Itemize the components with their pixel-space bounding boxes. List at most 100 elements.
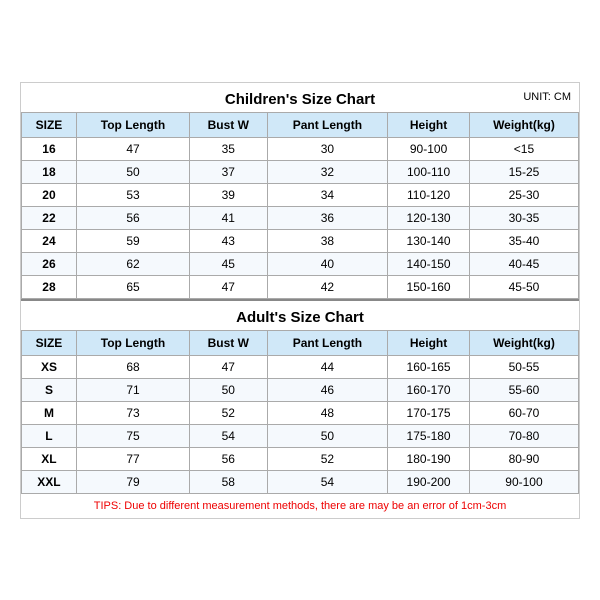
children-col-pant: Pant Length (267, 112, 388, 137)
adults-table: SIZE Top Length Bust W Pant Length Heigh… (21, 330, 579, 494)
table-cell: 50 (76, 160, 189, 183)
children-col-height: Height (388, 112, 470, 137)
table-cell: 43 (190, 229, 268, 252)
adults-col-height: Height (388, 330, 470, 355)
table-cell: 41 (190, 206, 268, 229)
table-cell: XL (22, 447, 77, 470)
children-header-row: SIZE Top Length Bust W Pant Length Heigh… (22, 112, 579, 137)
table-row: 1647353090-100<15 (22, 137, 579, 160)
table-cell: 90-100 (388, 137, 470, 160)
table-cell: 39 (190, 183, 268, 206)
table-cell: 150-160 (388, 275, 470, 298)
table-cell: 16 (22, 137, 77, 160)
chart-container: Children's Size Chart UNIT: CM SIZE Top … (20, 82, 580, 519)
table-cell: 35-40 (469, 229, 578, 252)
table-cell: 110-120 (388, 183, 470, 206)
table-row: M735248170-17560-70 (22, 401, 579, 424)
table-cell: 77 (76, 447, 189, 470)
table-row: 24594338130-14035-40 (22, 229, 579, 252)
table-cell: 120-130 (388, 206, 470, 229)
table-row: L755450175-18070-80 (22, 424, 579, 447)
table-cell: 100-110 (388, 160, 470, 183)
table-cell: 37 (190, 160, 268, 183)
table-cell: 50 (190, 378, 268, 401)
children-col-size: SIZE (22, 112, 77, 137)
table-cell: 40 (267, 252, 388, 275)
table-cell: 68 (76, 355, 189, 378)
table-cell: 54 (267, 470, 388, 493)
table-row: S715046160-17055-60 (22, 378, 579, 401)
table-cell: 18 (22, 160, 77, 183)
table-cell: 40-45 (469, 252, 578, 275)
table-cell: XXL (22, 470, 77, 493)
table-cell: 32 (267, 160, 388, 183)
table-row: XXL795854190-20090-100 (22, 470, 579, 493)
table-row: 18503732100-11015-25 (22, 160, 579, 183)
table-cell: 80-90 (469, 447, 578, 470)
table-cell: 46 (267, 378, 388, 401)
table-cell: 47 (76, 137, 189, 160)
table-cell: L (22, 424, 77, 447)
children-table: SIZE Top Length Bust W Pant Length Heigh… (21, 112, 579, 299)
adults-title: Adult's Size Chart (21, 299, 579, 330)
table-cell: 34 (267, 183, 388, 206)
table-cell: 65 (76, 275, 189, 298)
table-cell: 52 (267, 447, 388, 470)
table-cell: 45-50 (469, 275, 578, 298)
table-cell: XS (22, 355, 77, 378)
table-cell: 45 (190, 252, 268, 275)
table-cell: 24 (22, 229, 77, 252)
table-cell: 54 (190, 424, 268, 447)
table-cell: 26 (22, 252, 77, 275)
table-cell: 62 (76, 252, 189, 275)
table-cell: 28 (22, 275, 77, 298)
table-row: 26624540140-15040-45 (22, 252, 579, 275)
table-cell: 35 (190, 137, 268, 160)
table-cell: 71 (76, 378, 189, 401)
table-cell: 60-70 (469, 401, 578, 424)
table-cell: 73 (76, 401, 189, 424)
table-cell: 50-55 (469, 355, 578, 378)
table-cell: 15-25 (469, 160, 578, 183)
adults-col-top-length: Top Length (76, 330, 189, 355)
table-row: 22564136120-13030-35 (22, 206, 579, 229)
table-cell: 170-175 (388, 401, 470, 424)
table-cell: 30 (267, 137, 388, 160)
table-row: 28654742150-16045-50 (22, 275, 579, 298)
table-cell: 38 (267, 229, 388, 252)
table-cell: 22 (22, 206, 77, 229)
table-row: 20533934110-12025-30 (22, 183, 579, 206)
table-cell: 36 (267, 206, 388, 229)
table-cell: S (22, 378, 77, 401)
table-cell: 90-100 (469, 470, 578, 493)
table-cell: 175-180 (388, 424, 470, 447)
table-cell: 130-140 (388, 229, 470, 252)
table-cell: 47 (190, 355, 268, 378)
tips-text: TIPS: Due to different measurement metho… (21, 494, 579, 518)
table-cell: 47 (190, 275, 268, 298)
table-cell: 58 (190, 470, 268, 493)
table-cell: 30-35 (469, 206, 578, 229)
table-cell: 42 (267, 275, 388, 298)
table-cell: 190-200 (388, 470, 470, 493)
table-row: XS684744160-16550-55 (22, 355, 579, 378)
adults-title-text: Adult's Size Chart (236, 309, 364, 326)
children-title: Children's Size Chart UNIT: CM (21, 83, 579, 112)
table-cell: 59 (76, 229, 189, 252)
table-cell: 160-165 (388, 355, 470, 378)
table-cell: 56 (76, 206, 189, 229)
table-cell: 50 (267, 424, 388, 447)
adults-col-weight: Weight(kg) (469, 330, 578, 355)
table-cell: 180-190 (388, 447, 470, 470)
table-cell: <15 (469, 137, 578, 160)
table-cell: 52 (190, 401, 268, 424)
table-cell: 140-150 (388, 252, 470, 275)
children-unit: UNIT: CM (523, 91, 571, 103)
children-title-text: Children's Size Chart (225, 91, 375, 108)
table-cell: 55-60 (469, 378, 578, 401)
adults-tbody: XS684744160-16550-55S715046160-17055-60M… (22, 355, 579, 493)
adults-col-bust: Bust W (190, 330, 268, 355)
children-col-bust: Bust W (190, 112, 268, 137)
children-col-weight: Weight(kg) (469, 112, 578, 137)
table-cell: 160-170 (388, 378, 470, 401)
